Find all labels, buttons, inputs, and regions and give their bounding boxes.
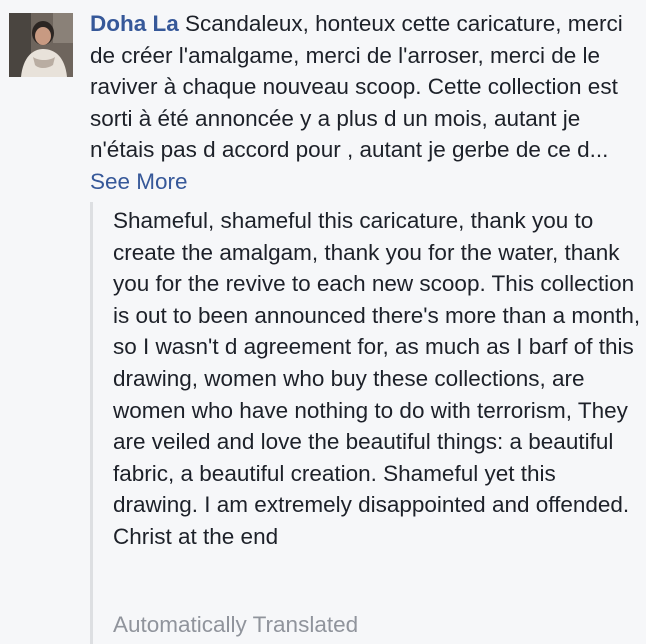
avatar[interactable]	[9, 13, 73, 77]
comment-body: Doha La Scandaleux, honteux cette carica…	[90, 8, 646, 644]
author-name[interactable]: Doha La	[90, 11, 179, 36]
comment: Doha La Scandaleux, honteux cette carica…	[0, 0, 646, 644]
auto-translated-label: Automatically Translated	[113, 612, 359, 637]
comment-text: Doha La Scandaleux, honteux cette carica…	[90, 8, 646, 197]
profile-photo-icon	[9, 13, 73, 77]
translation-text: Shameful, shameful this caricature, than…	[113, 208, 641, 549]
translation-block: Shameful, shameful this caricature, than…	[90, 202, 646, 644]
see-more-link[interactable]: See More	[90, 169, 188, 194]
